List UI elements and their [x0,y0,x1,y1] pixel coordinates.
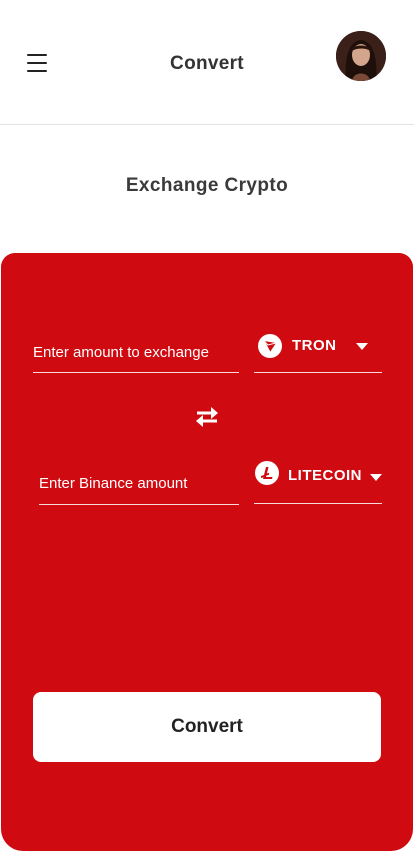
from-coin-select[interactable]: TRON [254,331,382,373]
chevron-down-icon [356,343,368,350]
section-subtitle: Exchange Crypto [125,175,289,196]
from-coin-label: TRON [292,337,337,354]
chevron-down-icon [370,474,382,481]
swap-arrows-icon[interactable] [193,405,221,429]
avatar[interactable] [336,31,386,81]
to-coin-select[interactable]: LITECOIN [254,458,382,504]
tron-icon [258,334,282,358]
convert-button[interactable]: Convert [33,692,381,762]
to-coin-label: LITECOIN [288,467,362,484]
user-avatar-icon [336,31,386,81]
litecoin-icon [255,461,279,485]
amount-placeholder: Enter amount to exchange [33,344,209,361]
exchange-panel: Enter amount to exchange TRON Enter Bina… [1,253,413,851]
amount-input[interactable]: Enter amount to exchange [33,339,239,373]
app-header: Convert [0,0,414,125]
binance-placeholder: Enter Binance amount [39,475,188,492]
binance-amount-input[interactable]: Enter Binance amount [39,471,239,505]
